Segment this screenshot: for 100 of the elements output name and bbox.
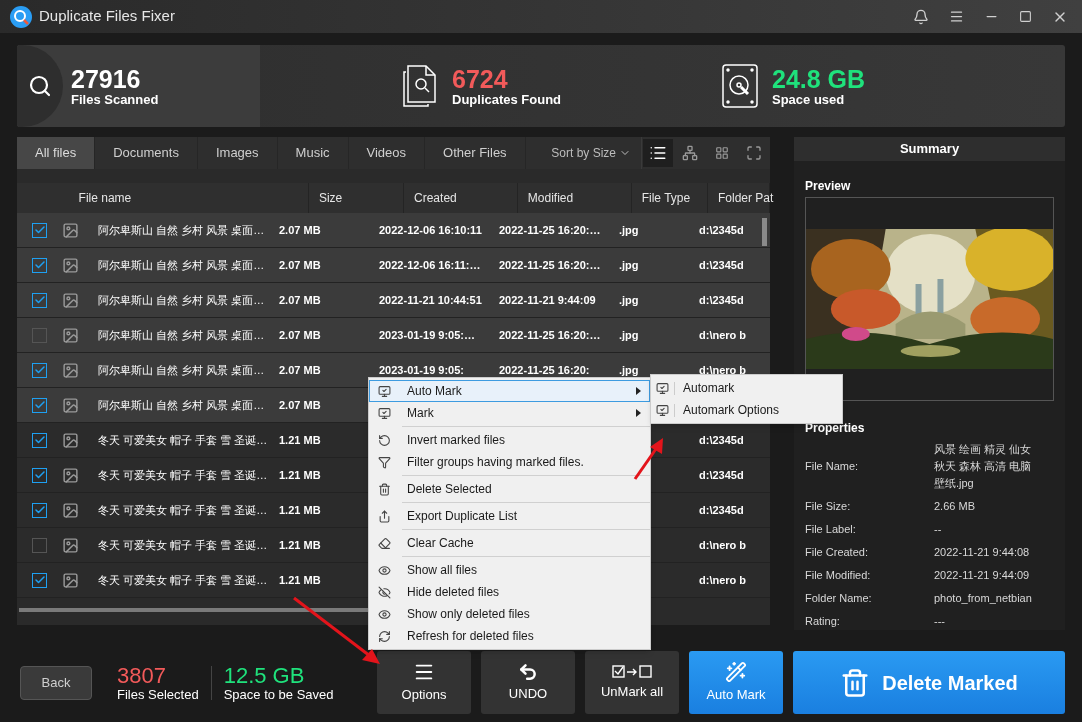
list-view-button[interactable] — [643, 139, 673, 167]
table-cell: 1.21 MB — [279, 433, 321, 446]
property-value: 风景 绘画 精灵 仙女秋天 森林 高清 电脑壁纸.jpg — [934, 442, 1033, 491]
table-cell: .jpg — [619, 258, 639, 271]
table-cell: .jpg — [619, 363, 639, 376]
stat-value: 6724 — [452, 66, 509, 92]
menu-item[interactable]: Delete Selected — [369, 478, 650, 500]
checkbox[interactable] — [32, 362, 47, 378]
menu-item[interactable]: Mark — [369, 402, 650, 424]
rotate-icon — [377, 433, 391, 447]
list-icon — [649, 144, 667, 162]
menu-item[interactable]: Automark Options — [651, 399, 842, 421]
menu-icon[interactable] — [949, 9, 964, 24]
toolbar-button[interactable]: Auto Mark — [689, 651, 783, 714]
property-label: Rating: — [805, 614, 841, 630]
table-cell: 2022-11-25 16:20:… — [499, 223, 601, 236]
property-label: File Size: — [805, 499, 852, 515]
table-cell: 冬天 可爱美女 帽子 手套 雪 圣诞… — [98, 468, 268, 481]
back-button[interactable]: Back — [20, 665, 92, 700]
toolbar-button[interactable]: Options — [377, 651, 471, 714]
table-cell: 2.07 MB — [279, 363, 321, 376]
table-row[interactable]: 阿尔卑斯山 自然 乡村 风景 桌面… 2.07 MB 2023-01-19 9:05:… 2022-11-25 16:20:… .jpg d:\nero b — [17, 318, 770, 353]
submenu-arrow-icon — [636, 409, 641, 417]
menu-item[interactable]: Hide deleted files — [369, 581, 650, 603]
image-file-icon — [62, 221, 79, 239]
undo-icon — [518, 661, 538, 682]
menu-item[interactable]: Invert marked files — [369, 429, 650, 451]
table-cell: d:\2345d — [699, 223, 744, 236]
checkbox[interactable] — [32, 502, 47, 518]
checkbox[interactable] — [32, 572, 47, 588]
trash-icon — [377, 482, 391, 496]
tab[interactable]: Documents — [95, 137, 198, 169]
image-file-icon — [62, 571, 79, 589]
table-cell: d:\nero b — [699, 538, 747, 551]
property-value: --- — [934, 614, 946, 629]
table-cell: 2022-12-06 16:10:11 — [379, 223, 482, 236]
menu-item[interactable]: Export Duplicate List — [369, 505, 650, 527]
sort-dropdown[interactable]: Sort by Size — [551, 137, 641, 169]
eraser-icon — [377, 536, 391, 550]
menu-item[interactable]: Auto Mark — [369, 380, 650, 402]
checkbox[interactable] — [32, 327, 47, 343]
stat-label: Space used — [772, 92, 846, 106]
table-row[interactable]: 阿尔卑斯山 自然 乡村 风景 桌面… 2.07 MB 2022-11-21 10:44:51 2022-11-21 9:44:09 .jpg d:\2345d — [17, 283, 770, 318]
monitor-check-icon — [656, 381, 669, 395]
table-cell: d:\2345d — [699, 433, 744, 446]
saved-label: Space to be Saved — [223, 687, 334, 701]
menu-item[interactable]: Clear Cache — [369, 532, 650, 554]
tab[interactable]: Videos — [348, 137, 426, 169]
selected-label: Files Selected — [117, 687, 199, 701]
property-value: 2022-11-21 9:44:09 — [934, 568, 1031, 583]
maximize-icon[interactable] — [1019, 10, 1032, 23]
menu-item[interactable]: Refresh for deleted files — [369, 625, 650, 647]
table-cell: 2.07 MB — [279, 328, 321, 341]
table-cell: 1.21 MB — [279, 503, 321, 516]
checkbox[interactable] — [32, 222, 47, 238]
table-cell: 冬天 可爱美女 帽子 手套 雪 圣诞… — [98, 433, 268, 446]
toolbar-button[interactable]: UNDO — [481, 651, 575, 714]
table-cell: d:\nero b — [699, 363, 747, 376]
table-cell: 1.21 MB — [279, 468, 321, 481]
property-value: 2022-11-21 9:44:08 — [934, 545, 1031, 560]
submenu-arrow-icon — [636, 387, 641, 395]
vertical-scrollbar[interactable] — [762, 218, 767, 246]
property-label: File Name: — [805, 459, 860, 475]
eye-icon — [377, 563, 391, 577]
stat-value: 27916 — [71, 66, 142, 92]
section-title: Properties — [805, 420, 866, 437]
tab[interactable]: All files — [17, 137, 96, 169]
eye-icon — [377, 607, 391, 621]
table-cell: d:\nero b — [699, 573, 747, 586]
table-cell: 2.07 MB — [279, 293, 321, 306]
table-cell: 阿尔卑斯山 自然 乡村 风景 桌面… — [98, 398, 265, 411]
table-cell: 2022-11-21 10:44:51 — [379, 293, 482, 306]
property-label: Folder Name: — [805, 591, 873, 607]
table-row[interactable]: 阿尔卑斯山 自然 乡村 风景 桌面… 2.07 MB 2022-12-06 16:10:11 2022-11-25 16:20:… .jpg d:\2345d — [17, 213, 770, 248]
checkbox[interactable] — [32, 397, 47, 413]
menu-item[interactable]: Show all files — [369, 559, 650, 581]
checkbox[interactable] — [32, 467, 47, 483]
delete-button[interactable]: Delete Marked — [793, 651, 1065, 714]
menu-item[interactable]: Show only deleted files — [369, 603, 650, 625]
tab[interactable]: Images — [197, 137, 278, 169]
monitor-check-icon — [656, 403, 669, 417]
section-title: Preview — [805, 178, 852, 195]
bell-icon[interactable] — [913, 8, 929, 25]
checkbox[interactable] — [32, 257, 47, 273]
table-cell: .jpg — [619, 293, 639, 306]
share-icon — [377, 509, 391, 523]
image-file-icon — [62, 396, 79, 414]
image-file-icon — [62, 291, 79, 309]
tab[interactable]: Music — [277, 137, 349, 169]
stat-value: 24.8 GB — [772, 66, 866, 92]
table-cell: d:\2345d — [699, 468, 744, 481]
tab[interactable]: Other Files — [425, 137, 526, 169]
menu-item[interactable]: Filter groups having marked files. — [369, 451, 650, 473]
search-icon — [28, 74, 52, 98]
checkbox[interactable] — [32, 432, 47, 448]
table-row[interactable]: 阿尔卑斯山 自然 乡村 风景 桌面… 2.07 MB 2022-12-06 16:11:… 2022-11-25 16:20:… .jpg d:\2345d — [17, 248, 770, 283]
toolbar-button[interactable]: UnMark all — [585, 651, 679, 714]
checkbox[interactable] — [32, 292, 47, 308]
table-cell: 1.21 MB — [279, 538, 321, 551]
checkbox[interactable] — [32, 537, 47, 553]
